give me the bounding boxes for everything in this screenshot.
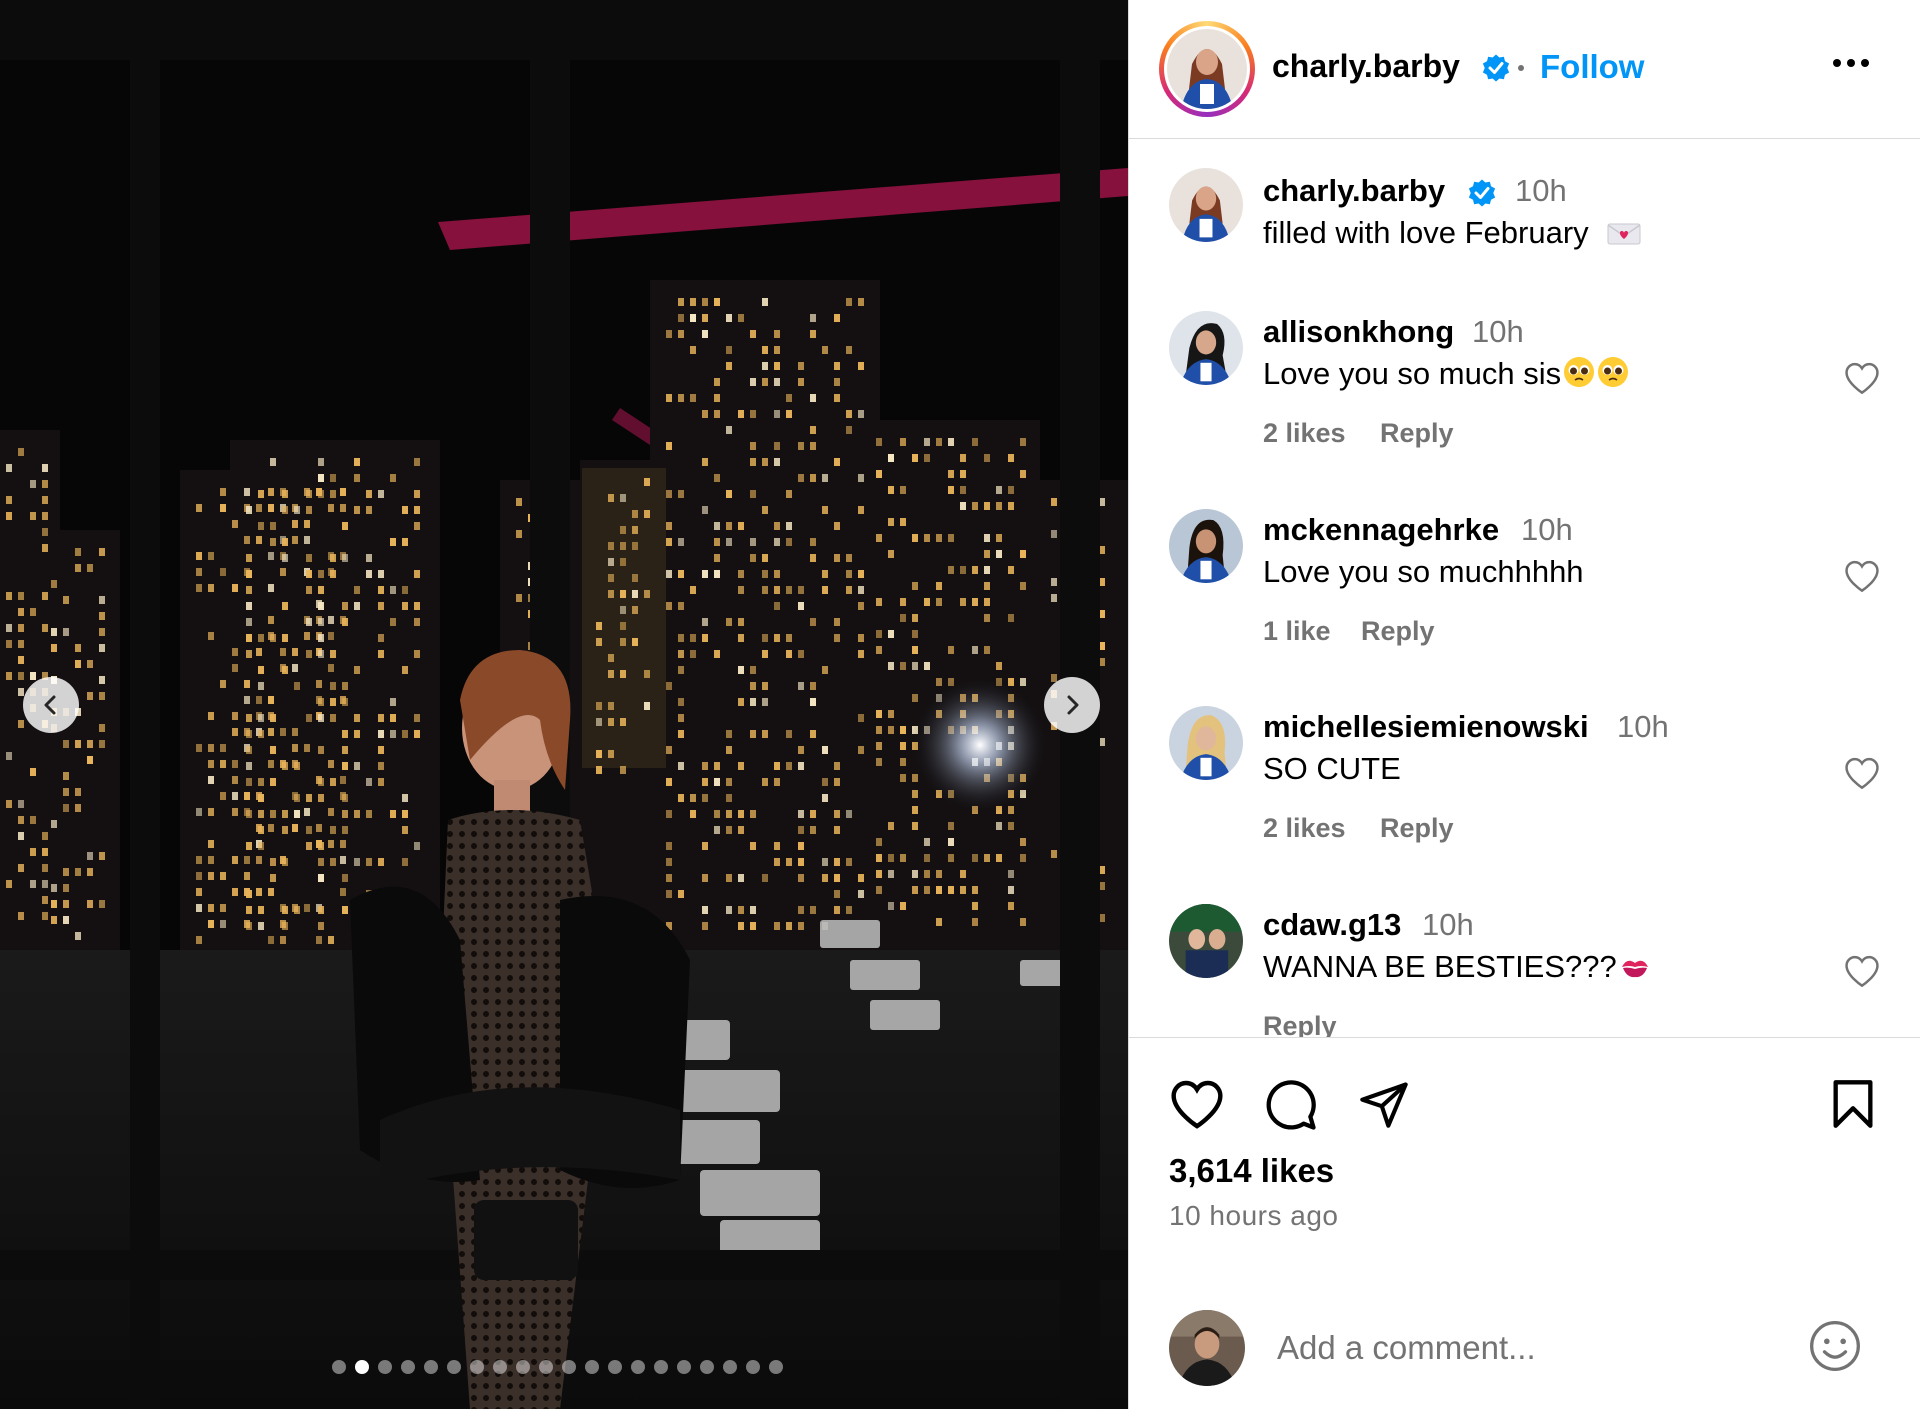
heart-icon[interactable] — [1843, 756, 1881, 790]
carousel-dot — [516, 1360, 530, 1374]
carousel-dot — [447, 1360, 461, 1374]
heart-icon[interactable] — [1843, 559, 1881, 593]
more-options-icon[interactable] — [1831, 57, 1871, 69]
post-photo — [0, 0, 1128, 1409]
pleading-face-icon — [1598, 357, 1629, 387]
post-time-ago: 10 hours ago — [1169, 1200, 1339, 1231]
verified-badge-icon — [1468, 179, 1496, 207]
comment-username[interactable]: cdaw.g13 — [1263, 907, 1401, 943]
carousel-dot — [769, 1360, 783, 1374]
add-comment-row — [1129, 1298, 1920, 1398]
comment-text: Love you so muchhhhh — [1263, 554, 1584, 589]
pleading-face-icon — [1564, 357, 1595, 387]
comment-username[interactable]: mckennagehrke — [1263, 512, 1499, 548]
comment-time: 10h — [1617, 709, 1669, 744]
carousel-dot — [700, 1360, 714, 1374]
carousel-dot — [654, 1360, 668, 1374]
carousel-dot — [562, 1360, 576, 1374]
follow-button[interactable]: Follow — [1540, 48, 1644, 86]
verified-badge-icon — [1482, 54, 1510, 82]
commenter-avatar[interactable] — [1169, 904, 1243, 978]
carousel-dot — [424, 1360, 438, 1374]
reply-button[interactable]: Reply — [1380, 418, 1454, 449]
carousel-dot — [539, 1360, 553, 1374]
reply-button[interactable]: Reply — [1361, 616, 1435, 647]
comment-likes[interactable]: 2 likes — [1263, 813, 1346, 844]
comment-username[interactable]: allisonkhong — [1263, 314, 1454, 350]
comment-text: Love you so much sis — [1263, 356, 1629, 392]
carousel-dot — [723, 1360, 737, 1374]
carousel-dot — [378, 1360, 392, 1374]
previous-slide-button[interactable] — [23, 677, 79, 733]
reply-button[interactable]: Reply — [1380, 813, 1454, 844]
chevron-left-icon — [44, 695, 56, 715]
carousel-dot — [493, 1360, 507, 1374]
post-header: charly.barby Follow — [1129, 0, 1920, 139]
likes-count[interactable]: 3,614 likes — [1169, 1152, 1334, 1190]
carousel-dot — [332, 1360, 346, 1374]
caption-time: 10h — [1515, 173, 1567, 208]
smiley-icon[interactable] — [1807, 1318, 1863, 1374]
paper-plane-icon[interactable] — [1357, 1078, 1411, 1130]
comment-text-content: WANNA BE BESTIES??? — [1263, 949, 1617, 984]
author-avatar — [1167, 29, 1247, 109]
comment-time: 10h — [1521, 512, 1573, 547]
carousel-indicators — [332, 1360, 783, 1374]
commenter-avatar[interactable] — [1169, 509, 1243, 583]
next-slide-button[interactable] — [1044, 677, 1100, 733]
carousel-dot — [746, 1360, 760, 1374]
comments-list[interactable]: charly.barby 10h filled with love Februa… — [1129, 139, 1920, 1037]
current-user-avatar — [1169, 1310, 1245, 1386]
comment-bubble-icon[interactable] — [1263, 1078, 1319, 1132]
carousel-dot — [585, 1360, 599, 1374]
comment-likes[interactable]: 1 like — [1263, 616, 1331, 647]
caption-text: filled with love February — [1263, 215, 1641, 251]
chevron-right-icon — [1067, 695, 1079, 715]
caption-text-content: filled with love February — [1263, 215, 1589, 250]
kiss-mark-icon — [1621, 960, 1648, 978]
carousel-dot — [608, 1360, 622, 1374]
commenter-avatar[interactable] — [1169, 311, 1243, 385]
bookmark-icon[interactable] — [1831, 1078, 1875, 1130]
comment-text-content: Love you so much sis — [1263, 356, 1562, 391]
author-username[interactable]: charly.barby — [1272, 48, 1460, 85]
love-letter-icon — [1607, 223, 1641, 245]
post-media[interactable] — [0, 0, 1128, 1409]
heart-icon[interactable] — [1169, 1078, 1225, 1130]
heart-icon[interactable] — [1843, 361, 1881, 395]
post-sidebar: charly.barby Follow charly.barby 10h fil… — [1128, 0, 1920, 1409]
comment-text: SO CUTE — [1263, 751, 1401, 786]
commenter-avatar[interactable] — [1169, 706, 1243, 780]
carousel-dot — [401, 1360, 415, 1374]
add-comment-input[interactable] — [1275, 1322, 1799, 1374]
comment-username[interactable]: michellesiemienowski — [1263, 709, 1589, 745]
caption-username[interactable]: charly.barby — [1263, 173, 1445, 209]
carousel-dot — [631, 1360, 645, 1374]
reply-button[interactable]: Reply — [1263, 1011, 1337, 1037]
comment-likes[interactable]: 2 likes — [1263, 418, 1346, 449]
author-avatar-ring[interactable] — [1159, 21, 1255, 117]
separator-dot — [1518, 65, 1524, 71]
carousel-dot — [470, 1360, 484, 1374]
comment-time: 10h — [1422, 907, 1474, 942]
caption-avatar[interactable] — [1169, 168, 1243, 242]
heart-icon[interactable] — [1843, 954, 1881, 988]
comment-time: 10h — [1472, 314, 1524, 349]
carousel-dot — [677, 1360, 691, 1374]
comment-text: WANNA BE BESTIES??? — [1263, 949, 1651, 985]
post-actions: 3,614 likes 10 hours ago — [1129, 1037, 1920, 1409]
carousel-dot — [355, 1360, 369, 1374]
